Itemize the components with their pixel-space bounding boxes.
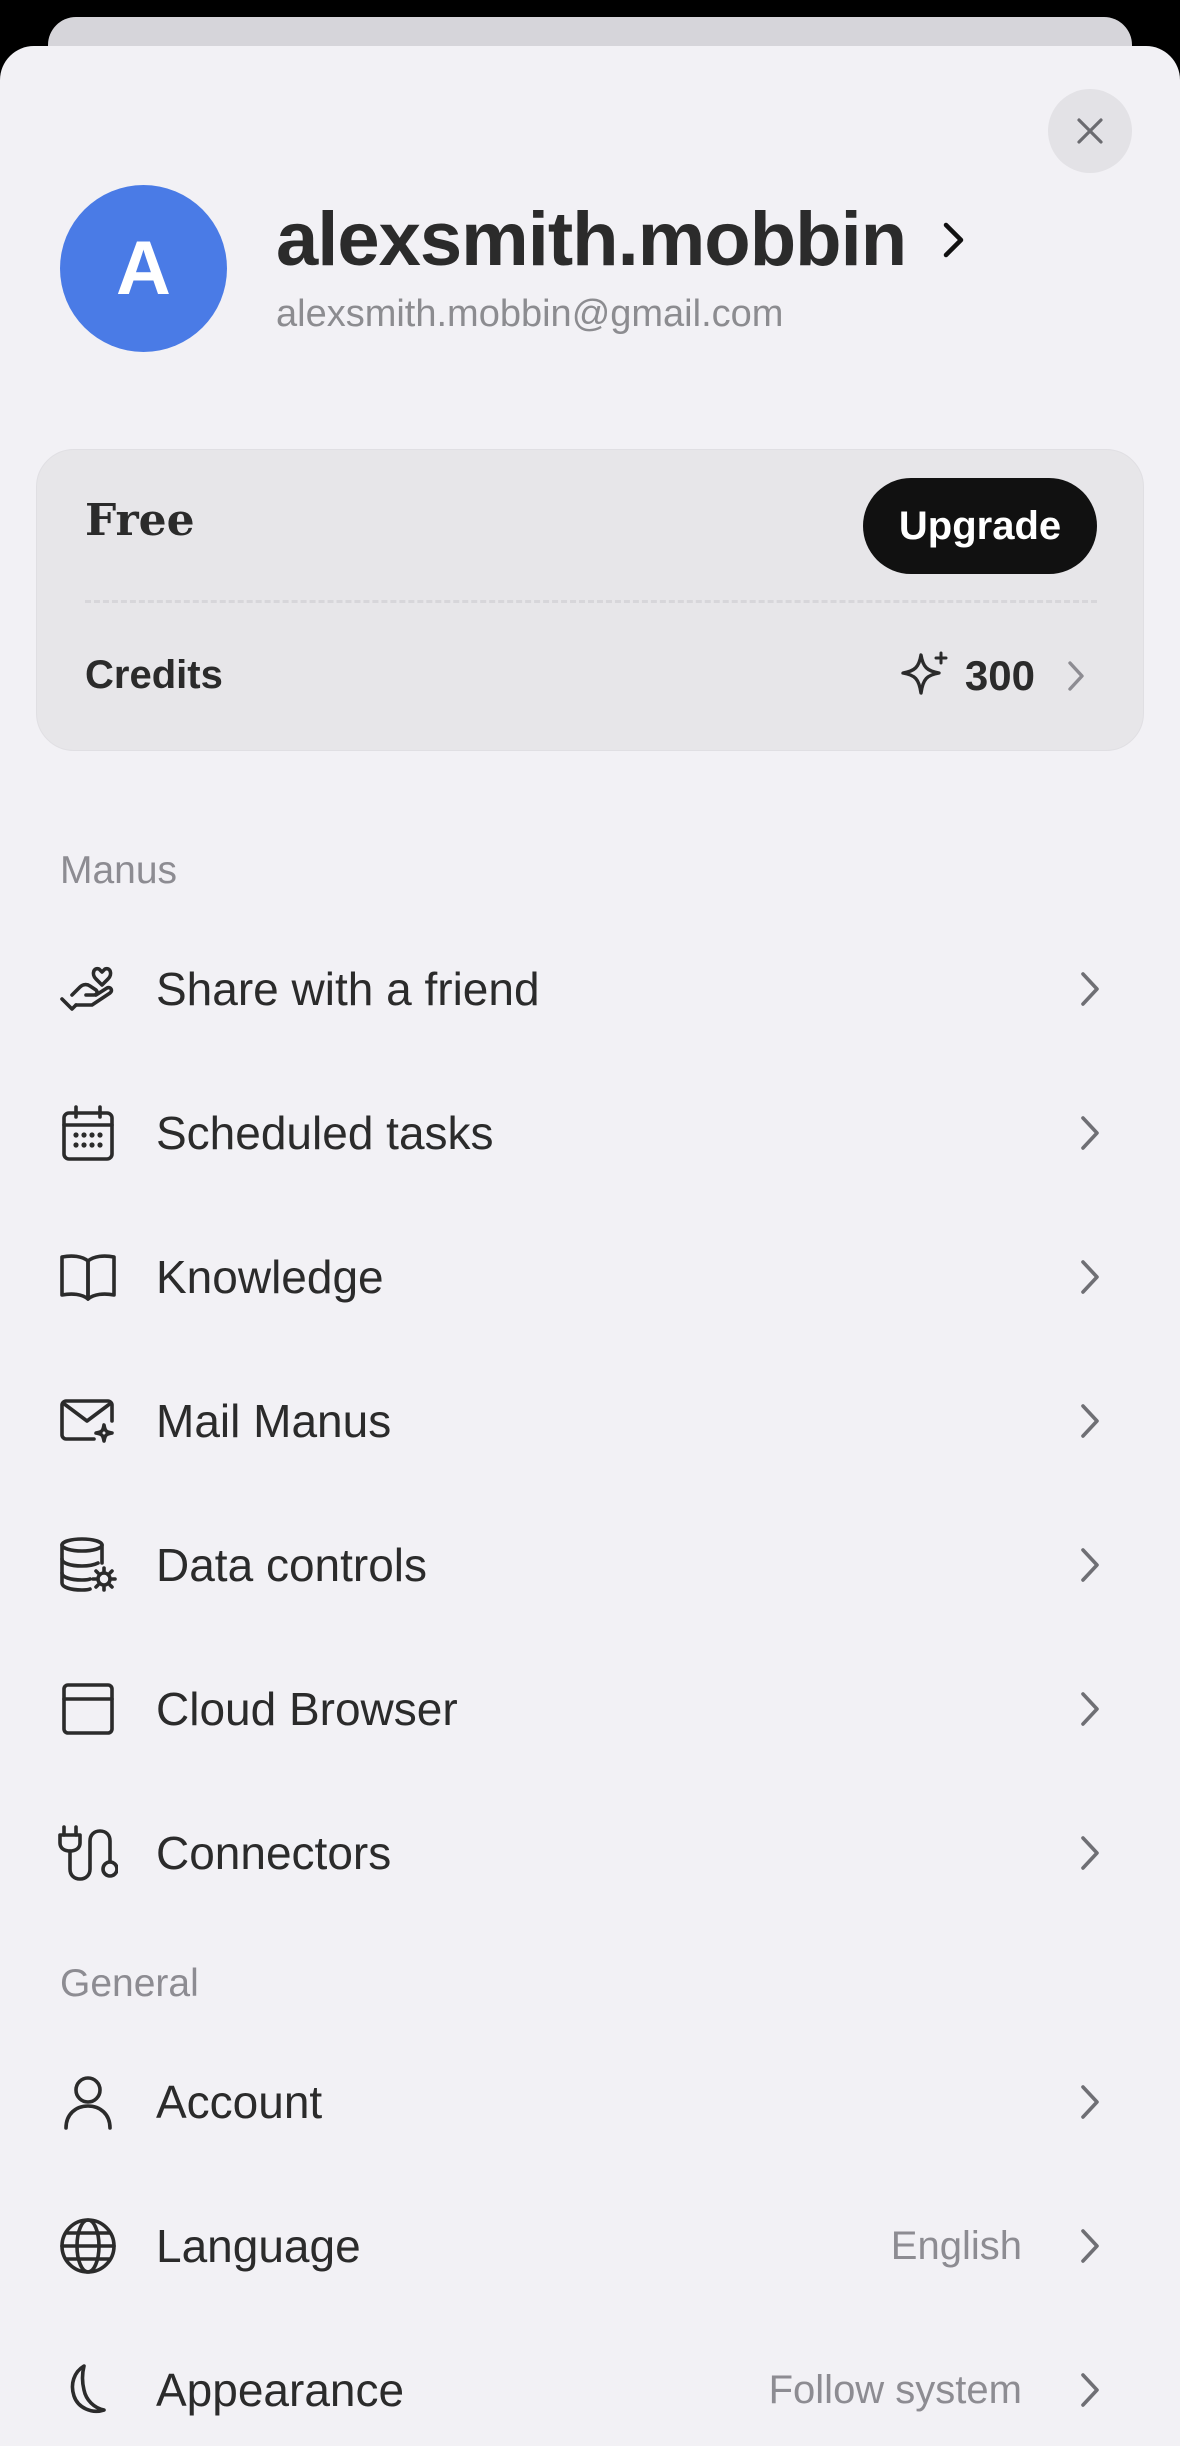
section-title-manus: Manus bbox=[60, 849, 178, 892]
credits-label: Credits bbox=[85, 653, 223, 697]
profile-sheet: A alexsmith.mobbin alexsmith.mobbin@gmai… bbox=[0, 46, 1180, 2446]
plug-cable-icon bbox=[58, 1823, 118, 1883]
close-button[interactable] bbox=[1048, 89, 1132, 173]
sparkle-icon bbox=[899, 649, 953, 703]
chevron-right-icon bbox=[1070, 2360, 1110, 2420]
menu-label: Account bbox=[156, 2076, 323, 2128]
menu-item-scheduled-tasks[interactable]: Scheduled tasks bbox=[0, 1061, 1180, 1205]
chevron-right-icon bbox=[1070, 1535, 1110, 1595]
chevron-right-icon bbox=[1070, 2216, 1110, 2276]
avatar[interactable]: A bbox=[60, 185, 227, 352]
mail-sparkle-icon bbox=[58, 1391, 118, 1451]
menu-item-data-controls[interactable]: Data controls bbox=[0, 1493, 1180, 1637]
menu-item-language[interactable]: Language English bbox=[0, 2174, 1180, 2318]
menu-label: Knowledge bbox=[156, 1251, 384, 1303]
browser-window-icon bbox=[58, 1679, 118, 1739]
chevron-right-icon bbox=[1070, 1679, 1110, 1739]
username: alexsmith.mobbin bbox=[276, 197, 907, 282]
menu-label: Language bbox=[156, 2220, 361, 2272]
menu-item-knowledge[interactable]: Knowledge bbox=[0, 1205, 1180, 1349]
menu-label: Mail Manus bbox=[156, 1395, 392, 1447]
menu-label: Connectors bbox=[156, 1827, 392, 1879]
menu-label: Scheduled tasks bbox=[156, 1107, 494, 1159]
user-email: alexsmith.mobbin@gmail.com bbox=[276, 293, 784, 335]
chevron-right-icon bbox=[1070, 1247, 1110, 1307]
profile-link[interactable]: alexsmith.mobbin bbox=[276, 196, 966, 283]
chevron-right-icon bbox=[1070, 1103, 1110, 1163]
database-gear-icon bbox=[58, 1535, 118, 1595]
plan-name: Free bbox=[85, 495, 195, 546]
globe-icon bbox=[58, 2216, 118, 2276]
moon-icon bbox=[58, 2360, 118, 2420]
language-value: English bbox=[890, 2223, 1022, 2268]
plan-divider bbox=[85, 600, 1097, 603]
menu-item-cloud-browser[interactable]: Cloud Browser bbox=[0, 1637, 1180, 1781]
plan-card: Free Upgrade Credits 300 bbox=[36, 449, 1144, 751]
calendar-icon bbox=[58, 1103, 118, 1163]
menu-label: Data controls bbox=[156, 1539, 428, 1591]
chevron-right-icon bbox=[942, 221, 966, 259]
menu-label: Cloud Browser bbox=[156, 1683, 458, 1735]
chevron-right-icon bbox=[1070, 959, 1110, 1019]
hand-heart-icon bbox=[58, 959, 118, 1019]
close-icon bbox=[1075, 116, 1105, 146]
chevron-right-icon bbox=[1070, 1823, 1110, 1883]
menu-item-account[interactable]: Account bbox=[0, 2030, 1180, 2174]
credits-link[interactable]: 300 bbox=[899, 636, 1085, 716]
menu-item-connectors[interactable]: Connectors bbox=[0, 1781, 1180, 1925]
appearance-value: Follow system bbox=[768, 2367, 1022, 2412]
book-icon bbox=[58, 1247, 118, 1307]
chevron-right-icon bbox=[1070, 2072, 1110, 2132]
upgrade-button[interactable]: Upgrade bbox=[863, 478, 1097, 574]
chevron-right-icon bbox=[1067, 660, 1085, 692]
credits-value: 300 bbox=[964, 652, 1035, 699]
menu-label: Appearance bbox=[156, 2364, 405, 2416]
section-title-general: General bbox=[60, 1962, 199, 2005]
user-icon bbox=[58, 2072, 118, 2132]
menu-item-share[interactable]: Share with a friend bbox=[0, 917, 1180, 1061]
menu-item-mail-manus[interactable]: Mail Manus bbox=[0, 1349, 1180, 1493]
menu-item-appearance[interactable]: Appearance Follow system bbox=[0, 2318, 1180, 2446]
chevron-right-icon bbox=[1070, 1391, 1110, 1451]
menu-label: Share with a friend bbox=[156, 963, 540, 1015]
